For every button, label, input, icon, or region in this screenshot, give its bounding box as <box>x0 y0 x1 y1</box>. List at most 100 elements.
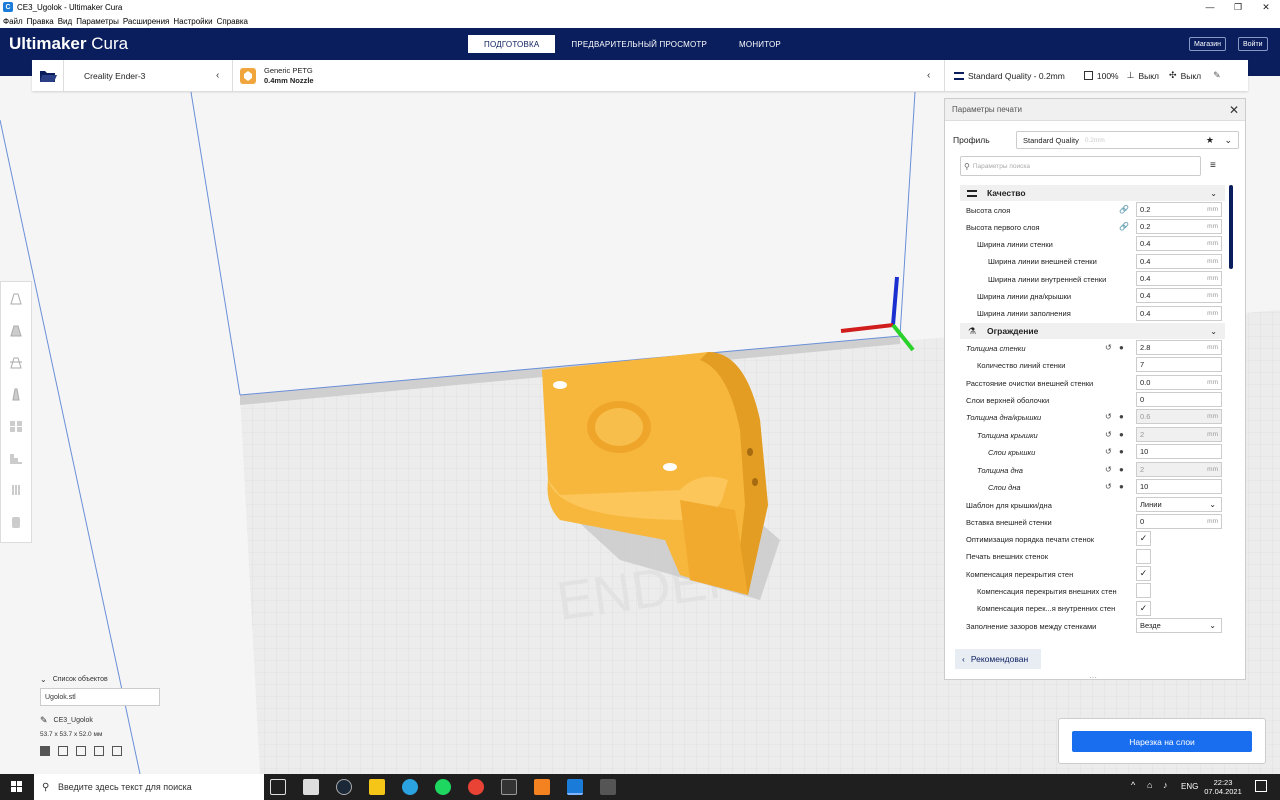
file-explorer-icon[interactable] <box>369 779 385 795</box>
top-skin-layers-field[interactable]: 0 <box>1136 392 1222 407</box>
initial-layer-height-field[interactable]: 0.2 mm <box>1136 219 1222 234</box>
outer-wall-wipe-field[interactable]: 0.0 mm <box>1136 375 1222 390</box>
login-button[interactable]: Войти <box>1238 37 1268 51</box>
tray-chevron-icon[interactable]: ^ <box>1131 780 1135 790</box>
epic-games-icon[interactable] <box>501 779 517 795</box>
tool-7-button[interactable] <box>1 474 31 506</box>
rotate-tool-button[interactable] <box>1 346 31 378</box>
menu-help[interactable]: Справка <box>217 17 248 26</box>
top-thickness-field[interactable]: 2 mm <box>1136 427 1222 442</box>
fusion-icon[interactable] <box>534 779 550 795</box>
spotify-icon[interactable] <box>435 779 451 795</box>
scale-tool-button[interactable] <box>1 314 31 346</box>
view-front-icon[interactable] <box>58 746 68 756</box>
inner-wall-line-width-field[interactable]: 0.4 mm <box>1136 271 1222 286</box>
tab-monitor[interactable]: МОНИТОР <box>723 35 797 53</box>
maximize-button[interactable]: ❐ <box>1224 0 1252 14</box>
open-file-button[interactable] <box>32 60 64 91</box>
telegram-icon[interactable] <box>402 779 418 795</box>
optimize-wall-order-checkbox[interactable]: ✓ <box>1136 531 1151 546</box>
outer-wall-line-width-field[interactable]: 0.4 mm <box>1136 254 1222 269</box>
move-tool-button[interactable] <box>1 282 31 314</box>
object-list-toggle[interactable]: ⌄ Список объектов <box>40 675 160 684</box>
wall-line-width-field[interactable]: 0.4 mm <box>1136 236 1222 251</box>
notifications-icon[interactable] <box>1255 780 1267 792</box>
settings-search-input[interactable]: ⚲ Параметры поиска <box>960 156 1201 176</box>
marketplace-button[interactable]: Магазин <box>1189 37 1227 51</box>
layer-height-field[interactable]: 0.2 mm <box>1136 202 1222 217</box>
recommended-button[interactable]: ‹ Рекомендован <box>955 649 1041 669</box>
topbottom-line-width-field[interactable]: 0.4 mm <box>1136 288 1222 303</box>
print-settings-summary[interactable]: Standard Quality - 0.2mm 100% ⊥ Выкл ✣ В… <box>954 60 1221 91</box>
view-right-icon[interactable] <box>112 746 122 756</box>
job-name: CE3_Ugolok <box>53 717 93 724</box>
resize-handle-icon[interactable]: ··· <box>1089 673 1097 682</box>
store-icon[interactable] <box>303 779 319 795</box>
category-quality[interactable]: Качество ⌄ <box>960 185 1225 201</box>
calculator-icon[interactable] <box>600 779 616 795</box>
task-view-icon[interactable] <box>270 779 286 795</box>
pencil-icon[interactable]: ✎ <box>40 715 48 726</box>
support-blocker-button[interactable] <box>1 442 31 474</box>
wall-overlap-comp-checkbox[interactable]: ✓ <box>1136 566 1151 581</box>
view-3d-icon[interactable] <box>40 746 50 756</box>
fill-gaps-dropdown[interactable]: Везде ⌄ <box>1136 618 1222 633</box>
view-left-icon[interactable] <box>94 746 104 756</box>
chrome-icon[interactable] <box>468 779 484 795</box>
menu-edit[interactable]: Правка <box>27 17 54 26</box>
view-top-icon[interactable] <box>76 746 86 756</box>
settings-menu-icon[interactable]: ≡ <box>1210 160 1216 171</box>
inner-wall-overlap-checkbox[interactable]: ✓ <box>1136 601 1151 616</box>
printer-selector[interactable]: Creality Ender-3 <box>84 60 145 91</box>
printer-chevron-icon[interactable]: ‹ <box>216 60 219 91</box>
star-icon[interactable]: ★ <box>1206 135 1214 146</box>
menu-file[interactable]: Файл <box>3 17 23 26</box>
pencil-icon[interactable]: ✎ <box>1213 70 1221 81</box>
bottom-layers-field[interactable]: 10 <box>1136 479 1222 494</box>
settings-scrollbar[interactable] <box>1229 185 1233 269</box>
topbottom-thickness-field[interactable]: 0.6 mm <box>1136 409 1222 424</box>
cura-taskbar-icon[interactable] <box>567 779 583 795</box>
material-chevron-icon[interactable]: ‹ <box>927 60 930 91</box>
rotate-icon <box>10 357 22 369</box>
wall-line-count-field[interactable]: 7 <box>1136 357 1222 372</box>
tab-prepare[interactable]: ПОДГОТОВКА <box>468 35 556 53</box>
language-indicator[interactable]: ENG <box>1181 782 1198 791</box>
mirror-tool-button[interactable] <box>1 378 31 410</box>
outer-before-inner-checkbox[interactable] <box>1136 549 1151 564</box>
menu-settings[interactable]: Параметры <box>76 17 119 26</box>
infill-line-width-field[interactable]: 0.4 mm <box>1136 306 1222 321</box>
close-panel-icon[interactable]: ✕ <box>1229 103 1239 117</box>
windows-start-icon[interactable] <box>11 781 23 793</box>
outer-wall-overlap-checkbox[interactable] <box>1136 583 1151 598</box>
menu-extensions[interactable]: Расширения <box>123 17 170 26</box>
reset-icon[interactable]: ↺ <box>1105 412 1112 421</box>
bottom-thickness-field[interactable]: 2 mm <box>1136 462 1222 477</box>
object-list-item[interactable]: Ugolok.stl <box>40 688 160 706</box>
top-layers-field[interactable]: 10 <box>1136 444 1222 459</box>
wall-thickness-field[interactable]: 2.8 mm <box>1136 340 1222 355</box>
taskbar-clock[interactable]: 22:23 07.04.2021 <box>1203 778 1243 796</box>
tool-8-button[interactable] <box>1 506 31 538</box>
profile-dropdown[interactable]: Standard Quality 0.2mm ★ ⌄ <box>1016 131 1239 149</box>
per-model-settings-button[interactable] <box>1 410 31 442</box>
reset-icon[interactable]: ↺ <box>1105 465 1112 474</box>
topbottom-pattern-dropdown[interactable]: Линии ⌄ <box>1136 497 1222 512</box>
category-walls[interactable]: ⚗ Ограждение ⌄ <box>960 323 1225 339</box>
outer-wall-inset-field[interactable]: 0 mm <box>1136 514 1222 529</box>
minimize-button[interactable]: — <box>1196 0 1224 14</box>
network-icon[interactable]: ⌂ <box>1147 780 1152 790</box>
menu-view[interactable]: Вид <box>58 17 72 26</box>
reset-icon[interactable]: ↺ <box>1105 482 1112 491</box>
volume-icon[interactable]: ♪ <box>1163 780 1168 790</box>
material-selector[interactable]: Generic PETG 0.4mm Nozzle <box>240 60 314 91</box>
reset-icon[interactable]: ↺ <box>1105 430 1112 439</box>
reset-icon[interactable]: ↺ <box>1105 343 1112 352</box>
tab-preview[interactable]: ПРЕДВАРИТЕЛЬНЫЙ ПРОСМОТР <box>555 35 723 53</box>
steam-icon[interactable] <box>336 779 352 795</box>
close-window-button[interactable]: ✕ <box>1252 0 1280 14</box>
taskbar-search-input[interactable]: ⚲ Введите здесь текст для поиска <box>34 774 264 800</box>
reset-icon[interactable]: ↺ <box>1105 447 1112 456</box>
menu-preferences[interactable]: Настройки <box>173 17 212 26</box>
slice-button[interactable]: Нарезка на слои <box>1072 731 1252 752</box>
